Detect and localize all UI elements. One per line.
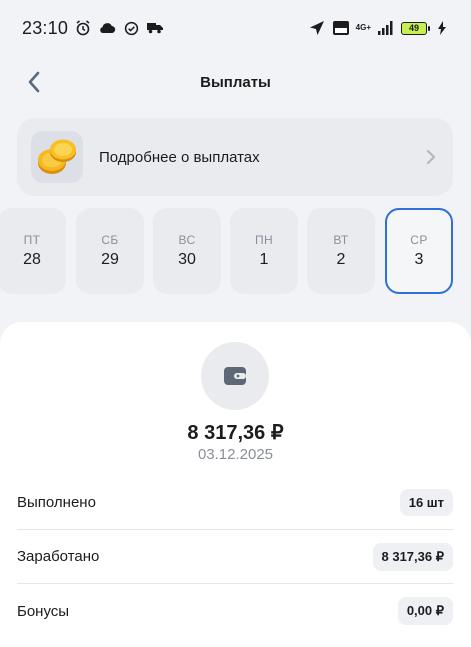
page-title: Выплаты <box>200 73 271 91</box>
day-tab-mon[interactable]: ПН 1 <box>230 208 298 294</box>
volte-icon <box>332 19 350 37</box>
status-left: 23:10 <box>22 18 164 39</box>
battery-level: 49 <box>408 23 419 33</box>
payout-date: 03.12.2025 <box>197 446 274 463</box>
stat-label: Бонусы <box>17 602 70 620</box>
day-tab-fri[interactable]: ПТ 28 <box>0 208 66 294</box>
chevron-right-icon <box>423 149 439 165</box>
day-name: ПТ <box>23 233 41 247</box>
day-name: СР <box>410 233 428 247</box>
stat-row-earned: Заработано 8 317,36 ₽ <box>17 530 453 584</box>
status-time: 23:10 <box>22 17 69 38</box>
status-right: 4G+ 49 <box>308 19 451 37</box>
cloud-icon <box>98 19 116 37</box>
navigation-arrow-icon <box>308 19 326 37</box>
day-number: 28 <box>23 251 41 268</box>
top-app-bar: Выплаты <box>0 56 471 108</box>
status-bar: 23:10 4G+ 49 <box>0 0 471 56</box>
day-number: 30 <box>178 251 196 268</box>
day-name: СБ <box>101 233 119 247</box>
network-type: 4G+ <box>355 23 371 32</box>
day-number: 2 <box>336 251 346 268</box>
stat-label: Выполнено <box>17 494 96 511</box>
day-number: 3 <box>414 251 424 268</box>
payout-amount: 8 317,36 ₽ <box>187 422 284 444</box>
day-number: 29 <box>101 251 119 268</box>
stat-value-badge: 16 шт <box>399 489 453 516</box>
day-name: ПН <box>254 233 274 247</box>
payout-summary-panel: 8 317,36 ₽ 03.12.2025 Выполнено 16 шт За… <box>0 322 471 647</box>
day-tab-wed-selected[interactable]: СР 3 <box>385 208 453 294</box>
stat-label: Заработано <box>17 548 100 565</box>
stat-value-badge: 8 317,36 ₽ <box>372 542 453 571</box>
charging-icon <box>433 19 451 37</box>
check-circle-icon <box>122 19 140 37</box>
day-name: ВС <box>178 233 196 247</box>
day-name: ВТ <box>333 233 349 247</box>
day-tab-sat[interactable]: СБ 29 <box>76 208 144 294</box>
payouts-info-card[interactable]: Подробнее о выплатах <box>17 118 453 196</box>
day-tab-sun[interactable]: ВС 30 <box>153 208 221 294</box>
coins-icon <box>31 131 83 183</box>
stat-value-badge: 0,00 ₽ <box>397 597 453 625</box>
truck-icon <box>146 19 164 37</box>
stat-row-completed: Выполнено 16 шт <box>17 476 453 530</box>
day-selector: ПТ 28 СБ 29 ВС 30 ПН 1 ВТ 2 СР 3 <box>0 208 471 296</box>
day-tab-tue[interactable]: ВТ 2 <box>307 208 375 294</box>
stat-row-bonuses: Бонусы 0,00 ₽ <box>17 584 453 638</box>
day-number: 1 <box>259 251 269 268</box>
signal-icon <box>377 19 395 37</box>
battery-icon: 49 <box>401 21 430 35</box>
chevron-left-icon <box>28 71 40 93</box>
info-card-label: Подробнее о выплатах <box>99 148 260 166</box>
wallet-icon <box>201 342 269 410</box>
back-button[interactable] <box>20 68 48 96</box>
alarm-icon <box>74 19 92 37</box>
